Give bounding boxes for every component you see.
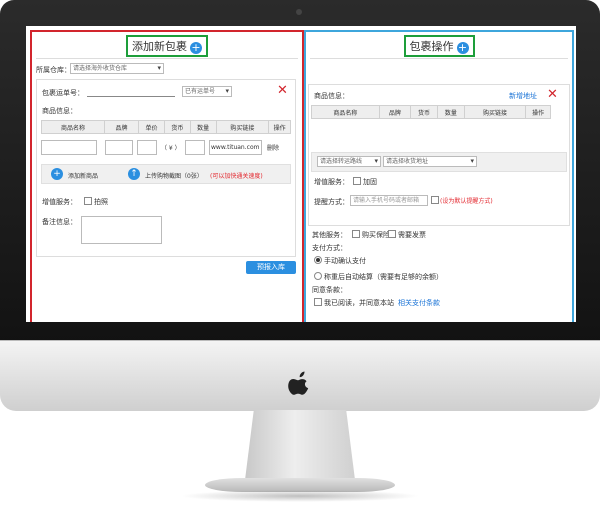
goods-currency: （ ¥ ）	[161, 145, 181, 152]
upload-icon[interactable]: ↑	[128, 168, 140, 180]
delete-goods-link[interactable]: 删除	[267, 143, 279, 152]
col-price: 单价	[138, 120, 165, 134]
col-qty-right: 数量	[436, 105, 465, 119]
col-qty: 数量	[189, 120, 217, 134]
other-service-label: 其他服务：	[312, 231, 347, 239]
add-package-panel: 添加新包裹+ 所属仓库： 请选择海外收货仓库 包裹运单号： 已有运单号 ✕ 商品…	[30, 30, 304, 322]
col-link-right: 购买链接	[463, 105, 527, 119]
goods-table-header-right: 商品名称 品牌 货币 数量 购买链接 操作	[311, 105, 551, 119]
goods-brand-input[interactable]	[105, 140, 133, 155]
payment-auto-label: 称重后自动结算（需要有足够的余额）	[324, 273, 443, 281]
close-icon-right[interactable]: ✕	[547, 88, 558, 101]
col-brand-right: 品牌	[378, 105, 412, 119]
package-operation-panel: 包裹操作 + 商品信息： 新增地址 ✕ 商品名称 品牌 货币 数量 购买链接 操作	[304, 30, 574, 322]
add-package-title: 添加新包裹	[132, 40, 187, 53]
value-service-label-right: 增值服务：	[314, 178, 349, 186]
col-name-right: 商品名称	[311, 105, 380, 119]
photo-checkbox[interactable]	[84, 197, 92, 205]
add-package-title-box: 添加新包裹 +	[32, 35, 302, 57]
payment-method-label: 支付方式：	[312, 244, 347, 252]
imac-shadow	[180, 490, 420, 502]
reminder-label: 提醒方式：	[314, 198, 349, 206]
payment-terms-link[interactable]: 相关支付条款	[398, 298, 440, 308]
agreement-label: 同意条款：	[312, 286, 347, 294]
goods-label: 商品信息：	[42, 107, 77, 115]
agree-text: 我已阅读，并同意本站	[324, 299, 394, 307]
package-form-box: 包裹运单号： 已有运单号 ✕ 商品信息： 商品名称 品牌 单价 货币 数量 购买…	[36, 79, 296, 257]
payment-auto-radio[interactable]	[314, 272, 322, 280]
goods-name-input[interactable]	[41, 140, 97, 155]
package-operation-title-box: 包裹操作 +	[306, 35, 572, 57]
goods-link-input[interactable]: www.tituan.com	[209, 140, 262, 155]
tracking-select[interactable]: 已有运单号	[182, 86, 232, 97]
invoice-option-label: 需要发票	[398, 231, 426, 239]
imac-bezel: 添加新包裹+ 所属仓库： 请选择海外收货仓库 包裹运单号： 已有运单号 ✕ 商品…	[0, 0, 600, 360]
photo-option-label: 拍照	[94, 198, 108, 206]
default-reminder-checkbox[interactable]	[431, 196, 439, 204]
warehouse-label: 所属仓库：	[36, 66, 71, 74]
phone-email-input[interactable]: 请输入手机号码或者邮箱	[350, 195, 428, 206]
goods-price-input[interactable]	[137, 140, 157, 155]
payment-manual-radio[interactable]	[314, 256, 322, 264]
reinforce-checkbox[interactable]	[353, 177, 361, 185]
shipping-address-select[interactable]: 请选择收货地址	[383, 156, 477, 167]
operation-form-box: 商品信息： 新增地址 ✕ 商品名称 品牌 货币 数量 购买链接 操作 请选择转运…	[308, 84, 570, 226]
col-action-right: 操作	[525, 105, 551, 119]
camera-dot	[296, 9, 302, 15]
payment-manual-label: 手动确认支付	[324, 257, 366, 265]
value-service-label: 增值服务：	[42, 198, 77, 206]
reinforce-option-label: 加固	[363, 178, 377, 186]
goods-actions-bar: + 添加新商品 ↑ 上传购物截图（0张） (可以加快通关速度)	[41, 164, 291, 184]
goods-qty-input[interactable]	[185, 140, 205, 155]
add-goods-icon[interactable]: +	[51, 168, 63, 180]
col-brand: 品牌	[104, 120, 140, 134]
route-select-bar: 请选择转运路线 请选择收货地址	[311, 152, 567, 172]
imac-stand-neck	[245, 410, 355, 480]
invoice-checkbox[interactable]	[388, 230, 396, 238]
col-name: 商品名称	[40, 120, 106, 134]
add-package-plus-icon[interactable]: +	[190, 42, 202, 54]
title-divider-right	[310, 58, 568, 59]
remark-textarea[interactable]	[81, 216, 162, 244]
package-operation-title: 包裹操作	[409, 40, 454, 53]
agree-checkbox[interactable]	[314, 298, 322, 306]
remark-label: 备注信息：	[42, 218, 77, 226]
screen: 添加新包裹+ 所属仓库： 请选择海外收货仓库 包裹运单号： 已有运单号 ✕ 商品…	[26, 26, 576, 322]
insurance-option-label: 购买保险	[362, 231, 390, 239]
transit-route-select[interactable]: 请选择转运路线	[317, 156, 381, 167]
insurance-checkbox[interactable]	[352, 230, 360, 238]
col-currency-right: 货币	[410, 105, 438, 119]
goods-label-right: 商品信息：	[314, 92, 349, 100]
add-address-link[interactable]: 新增地址	[509, 91, 537, 101]
close-icon[interactable]: ✕	[277, 84, 288, 97]
upload-hint: (可以加快通关速度)	[210, 173, 263, 180]
col-action: 操作	[268, 120, 291, 134]
col-link: 购买链接	[215, 120, 270, 134]
default-reminder-label: (设为默认提醒方式)	[440, 198, 493, 205]
package-operation-plus-icon[interactable]: +	[456, 42, 469, 54]
goods-table-header: 商品名称 品牌 单价 货币 数量 购买链接 操作	[40, 120, 291, 134]
preregister-button[interactable]: 预报入库	[246, 261, 296, 274]
apple-logo-icon	[288, 371, 309, 395]
col-currency: 货币	[163, 120, 191, 134]
warehouse-select[interactable]: 请选择海外收货仓库	[70, 63, 164, 74]
title-divider	[36, 58, 298, 59]
tracking-input[interactable]	[87, 88, 175, 97]
tracking-label: 包裹运单号：	[42, 89, 84, 97]
add-goods-link[interactable]: 添加新商品	[68, 171, 98, 180]
upload-label[interactable]: 上传购物截图（0张）	[145, 171, 203, 180]
